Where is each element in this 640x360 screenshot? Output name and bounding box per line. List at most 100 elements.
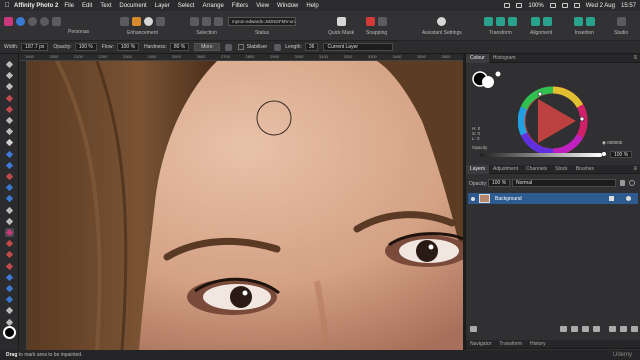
swap-colours-icon[interactable] xyxy=(495,71,501,77)
add-mask-icon[interactable] xyxy=(560,326,567,332)
control-center-icon[interactable] xyxy=(573,3,580,8)
layers-panel-menu-icon[interactable]: ≡ xyxy=(633,166,637,172)
stabiliser-mode-icon[interactable] xyxy=(274,43,282,51)
layers-left-icon[interactable] xyxy=(470,326,477,332)
add-pixel-layer-icon[interactable] xyxy=(593,326,600,332)
layer-row-background[interactable]: Background xyxy=(468,193,638,204)
tone-mapping-persona-icon[interactable] xyxy=(40,16,49,26)
rotate-left-icon[interactable] xyxy=(484,16,493,26)
gradient-tool-icon[interactable] xyxy=(5,194,14,203)
more-button[interactable]: More xyxy=(194,43,220,51)
clock-time[interactable]: 15:57 xyxy=(621,3,636,9)
photo-persona-icon[interactable] xyxy=(4,16,13,26)
menu-document[interactable]: Document xyxy=(119,3,146,9)
layer-visibility-icon[interactable] xyxy=(626,196,631,201)
menu-arrange[interactable]: Arrange xyxy=(202,3,223,9)
document-name-field[interactable]: myron-edwards-JvDNGFMV-unspla xyxy=(228,16,296,26)
tab-navigator[interactable]: Navigator xyxy=(466,340,495,349)
screen-record-icon[interactable] xyxy=(504,3,511,8)
inpainting-brush-icon[interactable] xyxy=(5,228,14,237)
move-tool-icon[interactable] xyxy=(5,60,14,69)
colour-panel-menu-icon[interactable]: ≡ xyxy=(633,55,637,61)
invert-selection-icon[interactable] xyxy=(214,16,223,26)
tab-channels[interactable]: Channels xyxy=(522,165,551,174)
flood-fill-icon[interactable] xyxy=(5,183,14,192)
source-dropdown[interactable]: Current Layer xyxy=(323,43,394,51)
wifi-icon[interactable] xyxy=(516,3,523,8)
tab-stock[interactable]: Stock xyxy=(551,165,572,174)
dodge-tool-icon[interactable] xyxy=(5,206,14,215)
flood-select-icon[interactable] xyxy=(5,105,14,114)
clock-date[interactable]: Wed 2 Aug xyxy=(586,3,615,9)
select-all-icon[interactable] xyxy=(190,16,199,26)
tab-brushes[interactable]: Brushes xyxy=(572,165,598,174)
liquify-persona-icon[interactable] xyxy=(16,16,25,26)
menu-edit[interactable]: Edit xyxy=(82,3,92,9)
document-canvas[interactable] xyxy=(27,61,463,350)
lock-icon[interactable] xyxy=(620,180,625,186)
insert-inside-icon[interactable] xyxy=(586,16,595,26)
snapping-options-icon[interactable] xyxy=(378,16,388,26)
assistant-icon[interactable] xyxy=(437,16,447,26)
menu-window[interactable]: Window xyxy=(277,3,298,9)
align-icon[interactable] xyxy=(530,16,540,26)
layer-settings-icon[interactable] xyxy=(629,180,635,186)
blend-mode-dropdown[interactable]: Normal xyxy=(512,179,616,187)
search-icon[interactable] xyxy=(561,3,568,8)
snapping-magnet-icon[interactable] xyxy=(366,16,376,26)
menu-file[interactable]: File xyxy=(64,3,74,9)
clone-tool-icon[interactable] xyxy=(5,217,14,226)
crop-tool-icon[interactable] xyxy=(5,82,14,91)
apple-icon[interactable]:  xyxy=(0,2,14,9)
auto-levels-icon[interactable] xyxy=(120,16,129,26)
erase-brush-icon[interactable] xyxy=(5,172,14,181)
menu-text[interactable]: Text xyxy=(100,3,111,9)
freehand-select-icon[interactable] xyxy=(5,127,14,136)
colour-picker-icon[interactable] xyxy=(5,138,14,147)
export-persona-icon[interactable] xyxy=(52,16,61,26)
app-menu[interactable]: Affinity Photo 2 xyxy=(14,3,58,9)
tab-transform[interactable]: Transform xyxy=(495,340,526,349)
length-field[interactable]: 36 xyxy=(304,43,319,51)
flip-icon[interactable] xyxy=(508,16,517,26)
node-tool-icon[interactable] xyxy=(5,284,14,293)
menu-select[interactable]: Select xyxy=(178,3,195,9)
tools-colour-swatch-icon[interactable] xyxy=(3,326,16,339)
rotate-right-icon[interactable] xyxy=(496,16,505,26)
studio-toggle-icon[interactable] xyxy=(616,16,626,26)
menu-help[interactable]: Help xyxy=(306,3,318,9)
auto-contrast-icon[interactable] xyxy=(132,16,141,26)
menu-layer[interactable]: Layer xyxy=(155,3,170,9)
add-layer-icon[interactable] xyxy=(620,326,627,332)
pen-tool-icon[interactable] xyxy=(5,273,14,282)
add-group-icon[interactable] xyxy=(609,326,616,332)
blemish-remover-icon[interactable] xyxy=(5,239,14,248)
quick-mask-icon[interactable] xyxy=(336,16,346,26)
paint-brush-icon[interactable] xyxy=(5,150,14,159)
layer-opacity-field[interactable]: 100 % xyxy=(488,179,511,187)
auto-colors-icon[interactable] xyxy=(144,16,153,26)
opacity-field[interactable]: 100 % xyxy=(74,43,97,51)
opacity-slider-handle[interactable] xyxy=(602,152,606,156)
hex-field[interactable]: ◉ 000000 xyxy=(602,140,622,146)
red-eye-icon[interactable] xyxy=(5,262,14,271)
battery-icon[interactable] xyxy=(549,3,556,8)
tab-layers[interactable]: Layers xyxy=(466,164,490,174)
distribute-icon[interactable] xyxy=(542,16,552,26)
add-live-filter-icon[interactable] xyxy=(582,326,589,332)
width-field[interactable]: 187.7 px xyxy=(21,43,49,51)
layer-expand-icon[interactable] xyxy=(471,196,475,201)
hardness-field[interactable]: 80 % xyxy=(169,43,190,51)
tab-histogram[interactable]: Histogram xyxy=(489,54,520,63)
tab-colour[interactable]: Colour xyxy=(466,53,489,63)
view-tool-icon[interactable] xyxy=(5,71,14,80)
auto-white-balance-icon[interactable] xyxy=(156,16,165,26)
develop-persona-icon[interactable] xyxy=(28,16,37,26)
marquee-tool-icon[interactable] xyxy=(5,116,14,125)
delete-layer-icon[interactable] xyxy=(631,326,638,332)
patch-tool-icon[interactable] xyxy=(5,250,14,259)
colour-wheel[interactable] xyxy=(518,86,588,156)
force-pressure-icon[interactable] xyxy=(224,43,232,51)
text-tool-icon[interactable] xyxy=(5,306,14,315)
edit-layer-icon[interactable] xyxy=(609,196,614,201)
